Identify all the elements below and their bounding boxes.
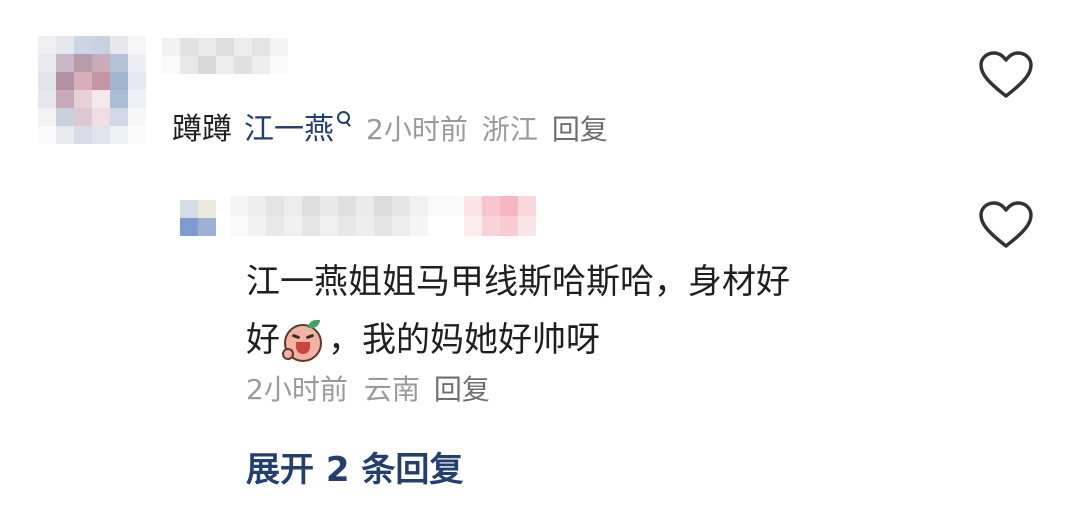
reply-text-part: 好: [246, 320, 280, 360]
reply-time: 2小时前: [246, 373, 348, 406]
reply-button[interactable]: 回复: [434, 373, 490, 406]
crying-laughing-face-icon: [282, 319, 326, 364]
comment-time: 2小时前: [366, 113, 468, 146]
expand-replies-button[interactable]: 展开 2 条回复: [246, 444, 463, 496]
reply-text-line: 江一燕姐姐马甲线斯哈斯哈，身材好: [246, 262, 790, 302]
username-censored[interactable]: [162, 38, 288, 74]
reply-text-line: 好 ，我的妈她好帅呀: [246, 314, 600, 366]
heart-outline-icon[interactable]: [978, 200, 1034, 250]
reply-meta: 2小时前 云南 回复: [246, 368, 490, 412]
reply-button[interactable]: 回复: [552, 113, 608, 146]
reply-username-censored[interactable]: [230, 196, 554, 236]
comment-location: 浙江: [481, 113, 538, 146]
reply-text-part: ，我的妈她好帅呀: [328, 320, 600, 360]
avatar[interactable]: [38, 36, 146, 144]
mention-name[interactable]: 江一燕: [244, 112, 334, 147]
comment-body: 蹲蹲 江一燕 2小时前 浙江 回复: [172, 106, 608, 154]
search-icon: [336, 110, 352, 128]
reply-location: 云南: [363, 373, 420, 406]
mention-link[interactable]: 江一燕: [244, 110, 352, 147]
heart-outline-icon[interactable]: [978, 50, 1034, 100]
comment-text: 蹲蹲: [172, 112, 232, 147]
comment-thread: 蹲蹲 江一燕 2小时前 浙江 回复 江一燕姐姐马甲线斯哈斯哈，身材好 好，我的妈她好帅呀…: [0, 0, 1079, 506]
reply-avatar[interactable]: [180, 200, 216, 236]
